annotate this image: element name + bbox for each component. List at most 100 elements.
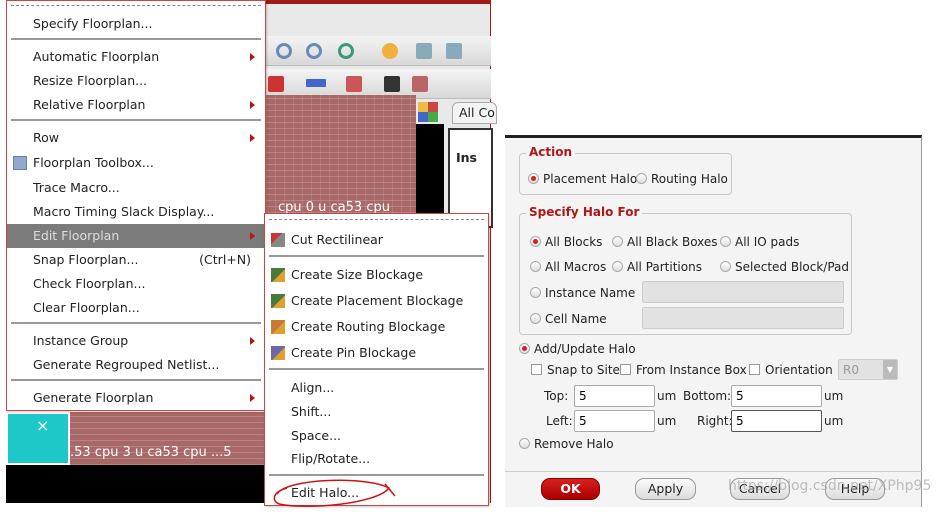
menu-label: Specify Floorplan...: [33, 16, 153, 31]
tear-off-line[interactable]: [11, 5, 261, 6]
radio-cell-name[interactable]: Cell Name: [530, 311, 607, 327]
apply-button[interactable]: Apply: [635, 478, 696, 500]
size-blockage-icon: [271, 268, 285, 282]
tree-item[interactable]: Ins: [456, 150, 477, 165]
menu-item-space[interactable]: Space...: [265, 424, 488, 448]
hierarchy-down-icon[interactable]: [416, 43, 432, 59]
canvas-background: [6, 465, 266, 503]
cell-name-input[interactable]: [642, 307, 844, 329]
radio-icon: [720, 261, 731, 272]
ok-button[interactable]: OK: [541, 478, 600, 500]
right-label: Right:: [697, 414, 733, 428]
menu-label: Align...: [291, 380, 335, 395]
menu-item-create-placement-blockage[interactable]: Create Placement Blockage: [265, 289, 488, 313]
menu-item-instance-group[interactable]: Instance Group: [7, 329, 265, 353]
radio-placement-halo[interactable]: Placement Halo: [528, 171, 637, 187]
menu-separator: [11, 379, 261, 381]
shortcut-label: (Ctrl+N): [199, 252, 251, 267]
top-input[interactable]: [574, 385, 655, 407]
toolbox-icon: [13, 156, 27, 170]
radio-label: All Partitions: [627, 260, 702, 274]
ruler-icon[interactable]: [306, 79, 326, 87]
radio-label: Add/Update Halo: [534, 342, 636, 356]
radio-all-partitions[interactable]: All Partitions: [612, 259, 702, 275]
submenu-arrow-icon: [250, 53, 255, 61]
close-icon: ×: [36, 416, 50, 435]
hierarchy-up-icon[interactable]: [446, 43, 462, 59]
menu-item-macro-timing-slack[interactable]: Macro Timing Slack Display...: [7, 200, 265, 224]
radio-all-black-boxes[interactable]: All Black Boxes: [612, 234, 718, 250]
radio-remove-halo[interactable]: Remove Halo: [519, 436, 614, 452]
menu-label: Snap Floorplan...: [33, 252, 139, 267]
top-label: Top:: [544, 389, 569, 403]
menu-item-cut-rectilinear[interactable]: Cut Rectilinear: [265, 228, 488, 252]
checkbox-snap-to-site[interactable]: Snap to Site: [531, 362, 620, 378]
menu-label: Trace Macro...: [33, 180, 120, 195]
radio-icon: [530, 236, 541, 247]
menu-item-create-routing-blockage[interactable]: Create Routing Blockage: [265, 315, 488, 339]
checkbox-icon: [531, 364, 542, 375]
radio-icon: [519, 438, 530, 449]
menu-item-specify-floorplan[interactable]: Specify Floorplan...: [7, 12, 265, 36]
select-icon[interactable]: [346, 76, 362, 92]
menu-item-row[interactable]: Row: [7, 126, 265, 150]
instance-name-input[interactable]: [642, 281, 844, 303]
menu-label: Create Routing Blockage: [291, 319, 446, 334]
menu-item-generate-floorplan[interactable]: Generate Floorplan: [7, 386, 265, 410]
menu-separator: [269, 255, 484, 257]
undo-icon[interactable]: [338, 43, 354, 59]
zoom-in-icon[interactable]: [276, 43, 292, 59]
menu-label: Macro Timing Slack Display...: [33, 204, 215, 219]
menu-label: Relative Floorplan: [33, 97, 146, 112]
menu-item-automatic-floorplan[interactable]: Automatic Floorplan: [7, 45, 265, 69]
menu-item-flip-rotate[interactable]: Flip/Rotate...: [265, 447, 488, 471]
color-palette-icon[interactable]: [418, 102, 438, 122]
radio-icon: [519, 343, 530, 354]
menu-item-relative-floorplan[interactable]: Relative Floorplan: [7, 93, 265, 117]
checkbox-orientation[interactable]: Orientation: [749, 362, 833, 378]
left-input[interactable]: [574, 410, 655, 432]
menu-label: Flip/Rotate...: [291, 451, 371, 466]
macro-block[interactable]: ×: [6, 412, 70, 465]
radio-routing-halo[interactable]: Routing Halo: [636, 171, 728, 187]
radio-all-macros[interactable]: All Macros: [530, 259, 606, 275]
menu-item-trace-macro[interactable]: Trace Macro...: [7, 176, 265, 200]
edit-halo-dialog: Action Placement Halo Routing Halo Speci…: [505, 135, 922, 507]
zoom-fit-icon[interactable]: [306, 43, 322, 59]
redraw-icon[interactable]: [382, 43, 398, 59]
tab-all-colors[interactable]: All Co: [452, 102, 497, 124]
radio-instance-name[interactable]: Instance Name: [530, 285, 635, 301]
radio-label: All Black Boxes: [627, 235, 718, 249]
group-select-icon[interactable]: [412, 76, 428, 92]
right-input[interactable]: [731, 410, 822, 432]
bottom-input[interactable]: [731, 385, 822, 407]
menu-item-snap-floorplan[interactable]: Snap Floorplan... (Ctrl+N): [7, 248, 265, 272]
menu-item-align[interactable]: Align...: [265, 376, 488, 400]
menu-item-generate-regrouped-netlist[interactable]: Generate Regrouped Netlist...: [7, 353, 265, 377]
radio-all-blocks[interactable]: All Blocks: [530, 234, 602, 250]
menu-label: Edit Floorplan: [33, 228, 120, 243]
move-icon[interactable]: [384, 76, 400, 92]
cut-icon[interactable]: [268, 76, 284, 92]
menu-item-floorplan-toolbox[interactable]: Floorplan Toolbox...: [7, 151, 265, 175]
menu-item-shift[interactable]: Shift...: [265, 400, 488, 424]
radio-icon: [612, 261, 623, 272]
checkbox-from-instance-box[interactable]: From Instance Box: [620, 362, 747, 378]
radio-icon: [530, 287, 541, 298]
menu-item-check-floorplan[interactable]: Check Floorplan...: [7, 272, 265, 296]
menu-item-create-size-blockage[interactable]: Create Size Blockage: [265, 263, 488, 287]
menu-item-clear-floorplan[interactable]: Clear Floorplan...: [7, 296, 265, 320]
menu-item-create-pin-blockage[interactable]: Create Pin Blockage: [265, 341, 488, 365]
menu-separator: [11, 119, 261, 121]
menu-item-resize-floorplan[interactable]: Resize Floorplan...: [7, 69, 265, 93]
radio-add-update-halo[interactable]: Add/Update Halo: [519, 341, 636, 357]
radio-selected-block-pad[interactable]: Selected Block/Pad: [720, 259, 849, 275]
radio-icon: [528, 173, 539, 184]
radio-all-io-pads[interactable]: All IO pads: [720, 234, 799, 250]
orientation-select[interactable]: R0 ▼: [838, 359, 898, 380]
menu-label: Check Floorplan...: [33, 276, 146, 291]
menu-item-edit-floorplan[interactable]: Edit Floorplan: [7, 224, 265, 248]
layout-canvas-lower[interactable]: .53 cpu 3 u ca53 cpu ...5: [70, 412, 266, 465]
tear-off-line[interactable]: [269, 219, 484, 220]
menu-label: Resize Floorplan...: [33, 73, 148, 88]
